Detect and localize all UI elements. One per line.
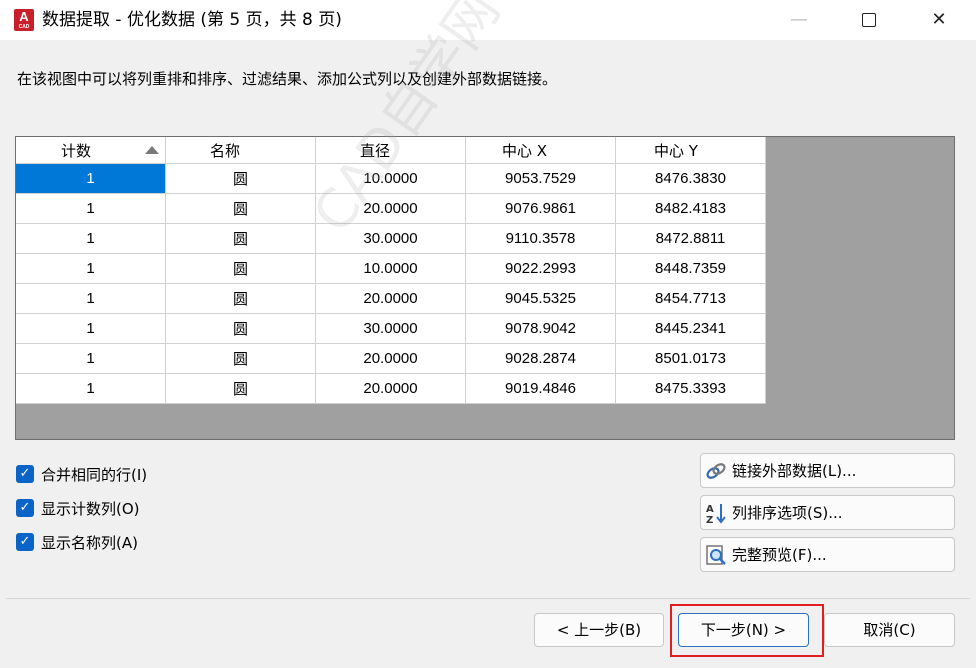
show-count-option[interactable]: ✓ 显示计数列(O) [16, 491, 147, 525]
cell-name[interactable]: 圆 [165, 163, 316, 194]
cell-center-x[interactable]: 9053.7529 [465, 163, 616, 194]
show-name-checkbox[interactable]: ✓ [16, 533, 34, 551]
cell-diameter[interactable]: 20.0000 [315, 193, 466, 224]
cell-center-y[interactable]: 8482.4183 [615, 193, 766, 224]
cell-name[interactable]: 圆 [165, 343, 316, 374]
highlight-annotation-box [670, 604, 824, 657]
show-count-checkbox[interactable]: ✓ [16, 499, 34, 517]
cell-name[interactable]: 圆 [165, 193, 316, 224]
column-header-diameter[interactable]: 直径 [315, 137, 466, 164]
cell-center-x[interactable]: 9045.5325 [465, 283, 616, 314]
svg-text:A: A [706, 504, 714, 515]
cell-center-x[interactable]: 9028.2874 [465, 343, 616, 374]
cell-diameter[interactable]: 20.0000 [315, 343, 466, 374]
link-external-data-button[interactable]: 链接外部数据(L)... [700, 453, 955, 488]
cell-count[interactable]: 1 [16, 223, 166, 254]
sort-az-icon: A Z [705, 502, 727, 526]
cell-count[interactable]: 1 [16, 373, 166, 404]
cell-count[interactable]: 1 [16, 343, 166, 374]
maximize-icon [862, 13, 876, 27]
table-row[interactable]: 1 圆 30.0000 9110.3578 8472.8811 [16, 223, 766, 254]
cell-center-y[interactable]: 8501.0173 [615, 343, 766, 374]
cell-name[interactable]: 圆 [165, 283, 316, 314]
table-row[interactable]: 1 圆 10.0000 9053.7529 8476.3830 [16, 163, 766, 194]
maximize-button[interactable] [846, 0, 892, 40]
show-name-option[interactable]: ✓ 显示名称列(A) [16, 525, 147, 559]
cell-center-y[interactable]: 8476.3830 [615, 163, 766, 194]
cell-center-x[interactable]: 9078.9042 [465, 313, 616, 344]
options-group: ✓ 合并相同的行(I) ✓ 显示计数列(O) ✓ 显示名称列(A) [16, 457, 147, 559]
table-row[interactable]: 1 圆 20.0000 9045.5325 8454.7713 [16, 283, 766, 314]
footer-divider [6, 598, 970, 599]
link-chain-icon [705, 460, 727, 482]
table-row[interactable]: 1 圆 10.0000 9022.2993 8448.7359 [16, 253, 766, 284]
cell-diameter[interactable]: 10.0000 [315, 163, 466, 194]
table-row[interactable]: 1 圆 20.0000 9076.9861 8482.4183 [16, 193, 766, 224]
minimize-button[interactable]: — [776, 0, 822, 40]
window-title: 数据提取 - 优化数据 (第 5 页，共 8 页) [42, 10, 342, 30]
cell-count[interactable]: 1 [16, 313, 166, 344]
table-row[interactable]: 1 圆 20.0000 9028.2874 8501.0173 [16, 343, 766, 374]
table-row[interactable]: 1 圆 20.0000 9019.4846 8475.3393 [16, 373, 766, 404]
column-header-center-x[interactable]: 中心 X [465, 137, 616, 164]
data-grid-area[interactable]: 计数 名称 直径 中心 X 中心 Y 1 圆 10.0000 9053.7529… [15, 136, 955, 440]
cell-diameter[interactable]: 30.0000 [315, 223, 466, 254]
column-sort-options-button[interactable]: A Z 列排序选项(S)... [700, 495, 955, 530]
cell-count[interactable]: 1 [16, 283, 166, 314]
cell-center-y[interactable]: 8454.7713 [615, 283, 766, 314]
preview-magnifier-icon [705, 544, 727, 566]
sort-ascending-icon [145, 146, 159, 154]
data-grid: 计数 名称 直径 中心 X 中心 Y 1 圆 10.0000 9053.7529… [16, 137, 766, 404]
show-name-label: 显示名称列(A) [41, 533, 138, 552]
cell-name[interactable]: 圆 [165, 223, 316, 254]
column-header-center-y[interactable]: 中心 Y [615, 137, 766, 164]
cell-count[interactable]: 1 [16, 253, 166, 284]
cell-center-x[interactable]: 9019.4846 [465, 373, 616, 404]
svg-text:Z: Z [706, 515, 713, 524]
column-header-name[interactable]: 名称 [165, 137, 316, 164]
cell-diameter[interactable]: 10.0000 [315, 253, 466, 284]
cell-count[interactable]: 1 [16, 193, 166, 224]
cell-center-y[interactable]: 8475.3393 [615, 373, 766, 404]
full-preview-button[interactable]: 完整预览(F)... [700, 537, 955, 572]
cell-center-x[interactable]: 9110.3578 [465, 223, 616, 254]
cell-diameter[interactable]: 30.0000 [315, 313, 466, 344]
close-button[interactable]: ✕ [916, 0, 962, 40]
cell-center-x[interactable]: 9022.2993 [465, 253, 616, 284]
merge-rows-checkbox[interactable]: ✓ [16, 465, 34, 483]
autocad-app-icon: A CAD [14, 9, 34, 31]
table-row[interactable]: 1 圆 30.0000 9078.9042 8445.2341 [16, 313, 766, 344]
page-description: 在该视图中可以将列重排和排序、过滤结果、添加公式列以及创建外部数据链接。 [17, 70, 558, 88]
back-button[interactable]: < 上一步(B) [534, 613, 664, 647]
show-count-label: 显示计数列(O) [41, 499, 140, 518]
cell-center-y[interactable]: 8448.7359 [615, 253, 766, 284]
cancel-button[interactable]: 取消(C) [824, 613, 955, 647]
merge-rows-option[interactable]: ✓ 合并相同的行(I) [16, 457, 147, 491]
cell-center-y[interactable]: 8472.8811 [615, 223, 766, 254]
grid-header-row: 计数 名称 直径 中心 X 中心 Y [16, 137, 766, 164]
title-bar: A CAD 数据提取 - 优化数据 (第 5 页，共 8 页) — ✕ [0, 0, 976, 40]
cell-diameter[interactable]: 20.0000 [315, 373, 466, 404]
cell-count[interactable]: 1 [16, 163, 166, 194]
cell-name[interactable]: 圆 [165, 313, 316, 344]
column-header-count[interactable]: 计数 [16, 137, 166, 164]
cell-diameter[interactable]: 20.0000 [315, 283, 466, 314]
merge-rows-label: 合并相同的行(I) [41, 465, 148, 484]
cell-name[interactable]: 圆 [165, 373, 316, 404]
cell-center-y[interactable]: 8445.2341 [615, 313, 766, 344]
cell-name[interactable]: 圆 [165, 253, 316, 284]
cell-center-x[interactable]: 9076.9861 [465, 193, 616, 224]
